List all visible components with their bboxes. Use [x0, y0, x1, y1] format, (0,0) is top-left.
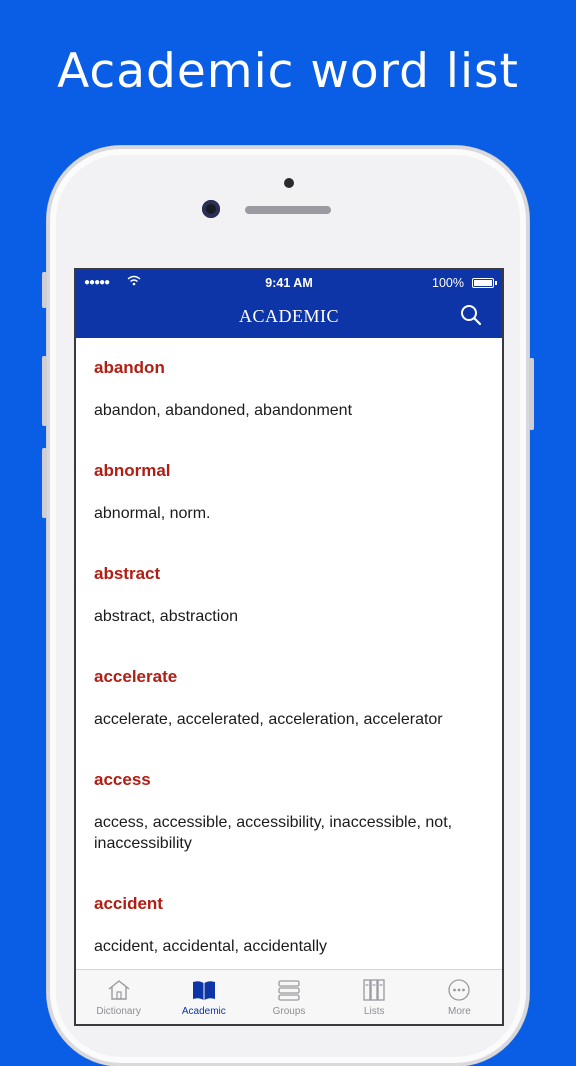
tab-bar: Dictionary Academic Groups Lists More: [76, 969, 502, 1024]
proximity-sensor: [284, 178, 294, 188]
list-item[interactable]: accelerate accelerate, accelerated, acce…: [94, 647, 484, 750]
tab-dictionary[interactable]: Dictionary: [76, 970, 161, 1024]
list-item[interactable]: access access, accessible, accessibility…: [94, 750, 484, 874]
power-button: [529, 358, 534, 430]
list-item[interactable]: abandon abandon, abandoned, abandonment: [94, 338, 484, 441]
list-item[interactable]: accident accident, accidental, accidenta…: [94, 874, 484, 977]
book-icon: [192, 981, 215, 1000]
entry-forms: abstract, abstraction: [94, 608, 239, 625]
entry-word: abstract: [94, 564, 161, 583]
promo-headline: Academic word list: [57, 44, 519, 99]
list-item[interactable]: abstract abstract, abstraction: [94, 544, 484, 647]
tab-label: Dictionary: [96, 1006, 141, 1017]
tab-academic[interactable]: Academic: [161, 970, 246, 1024]
list-item[interactable]: abnormal abnormal, norm.: [94, 441, 484, 544]
more-icon: [448, 979, 471, 1001]
tab-label: Lists: [363, 1006, 385, 1017]
entry-forms: abnormal, norm.: [94, 505, 211, 522]
binders-icon: [363, 979, 385, 1001]
entry-word: abnormal: [94, 461, 171, 480]
entry-forms: abandon, abandoned, abandonment: [94, 402, 353, 419]
entry-forms: accelerate, accelerated, acceleration, a…: [94, 711, 443, 728]
tab-label: Academic: [181, 1006, 226, 1017]
tab-more[interactable]: More: [417, 970, 502, 1024]
word-list: abandon abandon, abandoned, abandonment …: [76, 338, 502, 977]
navigation-bar: ●●●●● 9:41 AM 100% ACADEMIC: [76, 270, 502, 338]
search-icon[interactable]: [460, 304, 482, 326]
entry-word: accident: [94, 894, 163, 913]
tab-lists[interactable]: Lists: [332, 970, 417, 1024]
volume-down-button: [42, 448, 47, 518]
mute-switch: [42, 272, 47, 308]
stack-icon: [278, 980, 300, 1001]
entry-word: access: [94, 770, 151, 789]
entry-forms: access, accessible, accessibility, inacc…: [94, 814, 453, 852]
battery-percent: 100%: [432, 276, 464, 290]
tab-label: More: [448, 1006, 471, 1017]
battery-icon: [472, 278, 497, 288]
status-bar: ●●●●● 9:41 AM 100%: [76, 270, 502, 296]
tab-groups[interactable]: Groups: [246, 970, 331, 1024]
earpiece-speaker: [245, 206, 331, 214]
tab-label: Groups: [272, 1006, 306, 1017]
front-camera: [202, 200, 220, 218]
app-screen: ●●●●● 9:41 AM 100% ACADEMIC abandon aban…: [76, 270, 502, 1024]
house-icon: [108, 980, 130, 1000]
volume-up-button: [42, 356, 47, 426]
entry-word: abandon: [94, 358, 165, 377]
entry-word: accelerate: [94, 667, 178, 686]
nav-title: ACADEMIC: [238, 306, 339, 326]
